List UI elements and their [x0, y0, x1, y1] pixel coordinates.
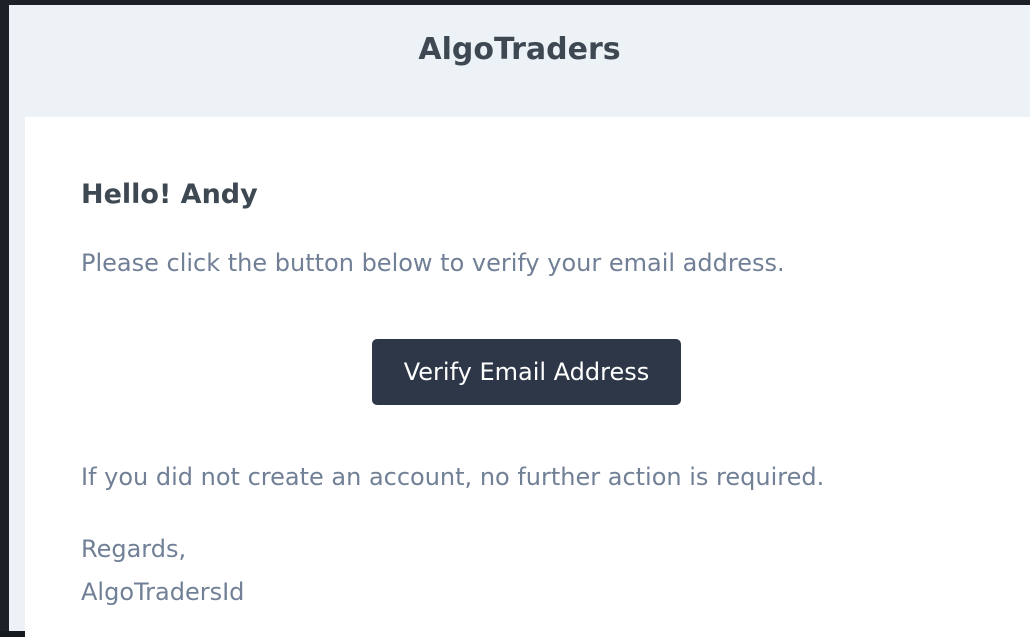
salutation-text: Regards, — [81, 535, 187, 563]
signature-text: AlgoTradersId — [81, 578, 245, 606]
email-viewport: AlgoTraders Hello! Andy Please click the… — [0, 0, 1030, 637]
intro-text: Please click the button below to verify … — [81, 249, 785, 277]
email-body-card: Hello! Andy Please click the button belo… — [25, 117, 1030, 637]
action-container: Verify Email Address — [25, 339, 1030, 405]
brand-link[interactable]: AlgoTraders — [418, 32, 620, 67]
email-header: AlgoTraders — [9, 5, 1030, 111]
greeting-heading: Hello! Andy — [81, 179, 258, 210]
outro-text: If you did not create an account, no fur… — [81, 463, 825, 491]
verify-email-button[interactable]: Verify Email Address — [371, 339, 682, 405]
